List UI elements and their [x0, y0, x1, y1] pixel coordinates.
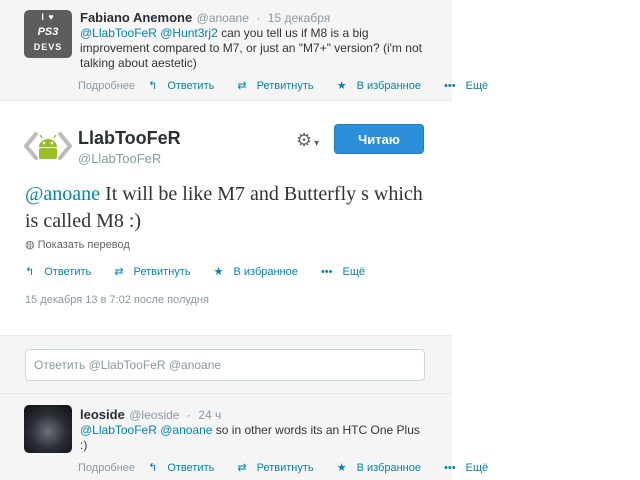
tweet-time[interactable]: 15 декабря — [268, 11, 330, 25]
more-action[interactable]: ••• Ещё — [444, 80, 498, 92]
author-name[interactable]: Fabiano Anemone — [80, 10, 192, 25]
user-actions-button[interactable]: ⚙ ▾ — [296, 126, 332, 154]
retweet-label: Ретвитнуть — [256, 462, 314, 474]
reply-icon: ↰ — [148, 462, 158, 474]
more-label: Ещё — [465, 80, 489, 92]
more-icon: ••• — [444, 462, 456, 474]
reply-label: Ответить — [167, 80, 215, 92]
avatar-line2: PS3 — [37, 26, 59, 38]
android-logo-avatar[interactable] — [24, 127, 72, 165]
more-action[interactable]: ••• Ещё — [444, 462, 498, 474]
more-action[interactable]: ••• Ещё — [321, 266, 375, 278]
avatar[interactable]: I ♥ PS3 DEVS — [24, 10, 72, 58]
favorite-label: В избранное — [356, 80, 421, 92]
reply-action[interactable]: ↰ Ответить — [148, 462, 224, 474]
avatar[interactable] — [24, 405, 72, 453]
reply-icon: ↰ — [25, 266, 35, 278]
star-icon: ★ — [336, 80, 347, 92]
reply-action[interactable]: ↰ Ответить — [148, 80, 224, 92]
translate-link[interactable]: ◍ Показать перевод — [25, 238, 130, 251]
gear-icon: ⚙ — [296, 130, 313, 150]
translate-label: Показать перевод — [37, 239, 130, 251]
globe-icon: ◍ — [25, 239, 35, 251]
separator-dot: · — [256, 11, 261, 25]
retweet-icon: ⇄ — [114, 266, 124, 278]
more-icon: ••• — [320, 266, 333, 278]
reply-action[interactable]: ↰ Ответить — [25, 266, 101, 278]
avatar-line3: DEVS — [33, 42, 63, 52]
tweet-actions: Подробнее ↰ Ответить ⇄ Ретвитнуть ★ В избра… — [78, 461, 508, 474]
reply-label: Ответить — [44, 266, 92, 278]
tweet-actions: Подробнее ↰ Ответить ⇄ Ретвитнуть ★ В избра… — [78, 79, 508, 92]
author-handle[interactable]: @leoside — [129, 408, 179, 422]
avatar-line1: I ♥ — [41, 12, 55, 22]
reply-input[interactable]: Ответить @LlabTooFeR @anoane — [25, 349, 425, 381]
tweet-mention[interactable]: @anoane — [25, 183, 100, 205]
retweet-icon: ⇄ — [237, 80, 247, 92]
retweet-label: Ретвитнуть — [256, 80, 314, 92]
more-label: Ещё — [342, 266, 366, 278]
favorite-action[interactable]: ★ В избранное — [337, 80, 431, 92]
retweet-action[interactable]: ⇄ Ретвитнуть — [237, 80, 323, 92]
tweet-mentions[interactable]: @LlabTooFeR @anoane — [80, 423, 212, 437]
follow-button[interactable]: Читаю — [334, 124, 424, 154]
retweet-action[interactable]: ⇄ Ретвитнуть — [114, 266, 200, 278]
tweet-actions: ↰ Ответить ⇄ Ретвитнуть ★ В избранное ••• Ещ… — [25, 265, 385, 278]
favorite-label: В избранное — [233, 266, 298, 278]
retweet-icon: ⇄ — [237, 462, 247, 474]
details-link[interactable]: Подробнее — [78, 462, 135, 474]
favorite-action[interactable]: ★ В избранное — [214, 266, 308, 278]
retweet-action[interactable]: ⇄ Ретвитнуть — [237, 462, 323, 474]
retweet-label: Ретвитнуть — [133, 266, 191, 278]
tweet-time[interactable]: 24 ч — [198, 408, 221, 422]
more-icon: ••• — [444, 80, 456, 92]
author-handle[interactable]: @LlabTooFeR — [78, 151, 161, 166]
tweet-text: @LlabTooFeR @anoane so in other words it… — [80, 423, 420, 453]
favorite-label: В избранное — [356, 462, 421, 474]
reply-icon: ↰ — [148, 80, 158, 92]
more-label: Ещё — [465, 462, 489, 474]
author-name[interactable]: LlabTooFeR — [78, 128, 181, 149]
details-link[interactable]: Подробнее — [78, 80, 135, 92]
author-handle[interactable]: @anoane — [197, 11, 249, 25]
tweet-text: @anoane It will be like M7 and Butterfly… — [25, 181, 430, 235]
chevron-down-icon: ▾ — [314, 138, 320, 149]
tweet-mentions[interactable]: @LlabTooFeR @Hunt3rj2 — [80, 26, 218, 40]
favorite-action[interactable]: ★ В избранное — [337, 462, 431, 474]
author-name[interactable]: leoside — [80, 407, 125, 422]
reply-label: Ответить — [167, 462, 215, 474]
star-icon: ★ — [336, 462, 347, 474]
separator-dot: · — [186, 408, 191, 422]
star-icon: ★ — [213, 266, 224, 278]
tweet-fabiano: I ♥ PS3 DEVS Fabiano Anemone @anoane · 1… — [0, 0, 488, 101]
tweet-text: @LlabTooFeR @Hunt3rj2 can you tell us if… — [80, 26, 440, 71]
tweet-timestamp[interactable]: 15 декабря 13 в 7:02 после полудня — [25, 294, 209, 306]
